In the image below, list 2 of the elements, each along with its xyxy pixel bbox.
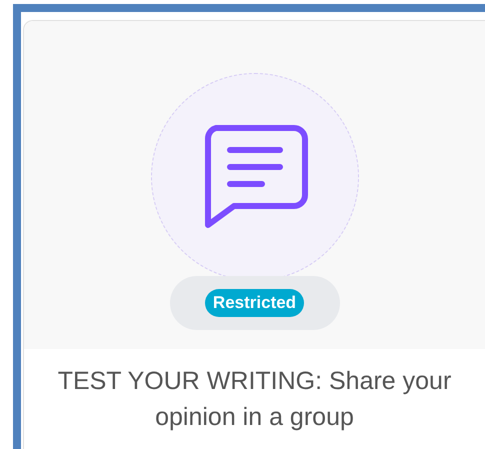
card-title[interactable]: TEST YOUR WRITING: Share your opinion in a group xyxy=(24,349,485,435)
restricted-badge: Restricted xyxy=(204,289,304,317)
